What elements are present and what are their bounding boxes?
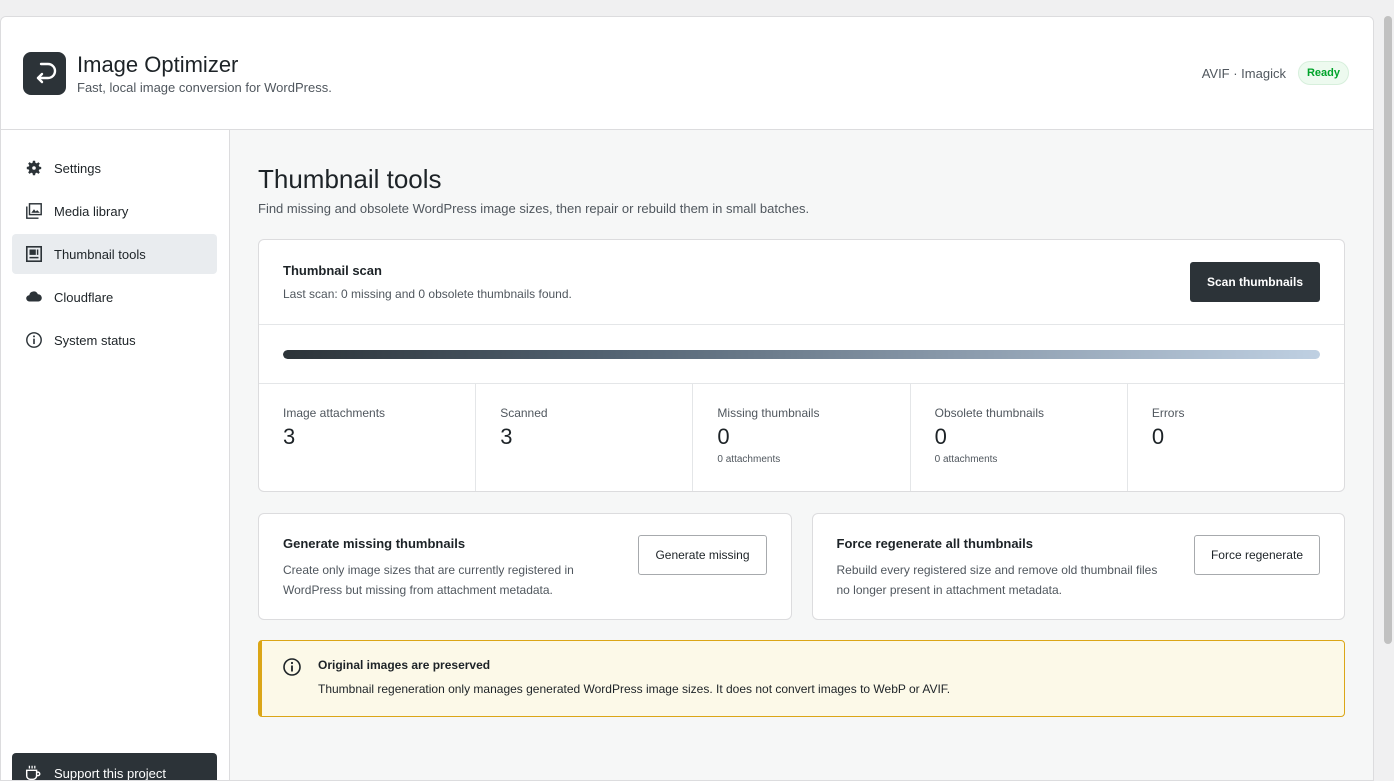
force-regenerate-card: Force regenerate all thumbnails Rebuild … <box>811 513 1345 620</box>
sidebar-item-thumbnail-tools[interactable]: Thumbnail tools <box>12 234 217 274</box>
page-scrollbar[interactable] <box>1384 16 1392 644</box>
support-label: Support this project <box>54 765 167 781</box>
generate-missing-description: Create only image sizes that are current… <box>283 563 574 597</box>
stat-label: Obsolete thumbnails <box>934 406 1045 420</box>
app-window: Image Optimizer Fast, local image conver… <box>0 16 1374 781</box>
thumbnail-scan-card: Thumbnail scan Last scan: 0 missing and … <box>258 239 1345 492</box>
sidebar-item-label: Settings <box>54 160 101 176</box>
generate-missing-title: Generate missing thumbnails <box>283 536 466 551</box>
scan-progress-track <box>283 349 1320 359</box>
scan-description: Last scan: 0 missing and 0 obsolete thum… <box>283 287 572 301</box>
scan-header: Thumbnail scan Last scan: 0 missing and … <box>259 240 1344 325</box>
generate-missing-button[interactable]: Generate missing <box>638 535 767 575</box>
gear-icon <box>24 158 44 178</box>
stat-value: 0 <box>934 424 947 449</box>
stat-label: Image attachments <box>283 406 386 420</box>
page-subtitle: Find missing and obsolete WordPress imag… <box>258 201 810 216</box>
generate-missing-card: Generate missing thumbnails Create only … <box>258 513 792 620</box>
stat-image-attachments: Image attachments 3 <box>259 384 477 491</box>
sidebar-item-label: Thumbnail tools <box>54 246 146 262</box>
sidebar-item-system-status[interactable]: System status <box>12 320 217 360</box>
force-regenerate-title: Force regenerate all thumbnails <box>836 536 1034 551</box>
stat-obsolete-thumbnails: Obsolete thumbnails 0 0 attachments <box>911 384 1128 491</box>
stat-label: Errors <box>1151 406 1185 420</box>
sidebar-item-cloudflare[interactable]: Cloudflare <box>12 277 217 317</box>
stat-value: 3 <box>283 424 296 449</box>
scan-progress-row <box>259 325 1344 384</box>
force-regenerate-button[interactable]: Force regenerate <box>1193 535 1320 575</box>
app-logo <box>23 51 66 95</box>
notice-description: Thumbnail regeneration only manages gene… <box>318 682 951 696</box>
page-title: Thumbnail tools <box>258 164 442 194</box>
content-area: Settings Media library Thumbnail tools C… <box>1 130 1373 781</box>
stat-value: 0 <box>1151 424 1165 449</box>
stat-errors: Errors 0 <box>1128 384 1344 491</box>
sidebar: Settings Media library Thumbnail tools C… <box>1 130 230 781</box>
sidebar-item-label: System status <box>54 332 136 348</box>
stat-missing-thumbnails: Missing thumbnails 0 0 attachments <box>693 384 911 491</box>
preserve-notice: Original images are preserved Thumbnail … <box>258 640 1345 717</box>
app-title: Image Optimizer <box>77 51 239 77</box>
thumbnail-icon <box>24 244 44 264</box>
brand: Image Optimizer Fast, local image conver… <box>77 52 332 95</box>
cloud-icon <box>24 287 44 307</box>
scan-progress-fill <box>283 349 1320 359</box>
scan-thumbnails-button[interactable]: Scan thumbnails <box>1189 262 1320 302</box>
generate-missing-text: Generate missing thumbnails Create only … <box>283 536 613 600</box>
scan-title: Thumbnail scan <box>283 263 382 278</box>
stat-value: 3 <box>500 424 513 449</box>
coffee-icon <box>24 763 44 780</box>
info-icon <box>282 657 302 677</box>
stat-label: Scanned <box>500 406 548 420</box>
images-icon <box>24 201 44 221</box>
sidebar-item-settings[interactable]: Settings <box>12 148 217 188</box>
stat-value: 0 <box>717 424 730 449</box>
info-icon <box>24 330 44 350</box>
stat-note: 0 attachments <box>934 454 998 465</box>
stat-note: 0 attachments <box>717 454 781 465</box>
force-regenerate-text: Force regenerate all thumbnails Rebuild … <box>837 536 1167 600</box>
scan-stats: Image attachments 3 Scanned 3 Missing th… <box>259 384 1344 491</box>
sidebar-item-media-library[interactable]: Media library <box>12 191 217 231</box>
main-panel: Thumbnail tools Find missing and obsolet… <box>230 130 1373 780</box>
header-status: AVIF · Imagick Ready <box>1202 61 1349 85</box>
status-badge: Ready <box>1297 61 1349 85</box>
app-subtitle: Fast, local image conversion for WordPre… <box>77 79 332 95</box>
notice-title: Original images are preserved <box>318 658 491 672</box>
sidebar-item-label: Media library <box>54 203 129 219</box>
action-row: Generate missing thumbnails Create only … <box>258 513 1345 620</box>
force-regenerate-description: Rebuild every registered size and remove… <box>836 563 1158 597</box>
app-header: Image Optimizer Fast, local image conver… <box>1 17 1373 130</box>
scan-info: Thumbnail scan Last scan: 0 missing and … <box>283 263 572 301</box>
support-project-button[interactable]: Support this project <box>12 753 217 781</box>
notice-content: Original images are preserved Thumbnail … <box>318 658 950 699</box>
return-arrow-icon <box>36 62 56 84</box>
stat-label: Missing thumbnails <box>717 406 820 420</box>
sidebar-item-label: Cloudflare <box>54 289 114 305</box>
engine-label: AVIF · Imagick <box>1201 65 1286 81</box>
stat-scanned: Scanned 3 <box>476 384 694 491</box>
